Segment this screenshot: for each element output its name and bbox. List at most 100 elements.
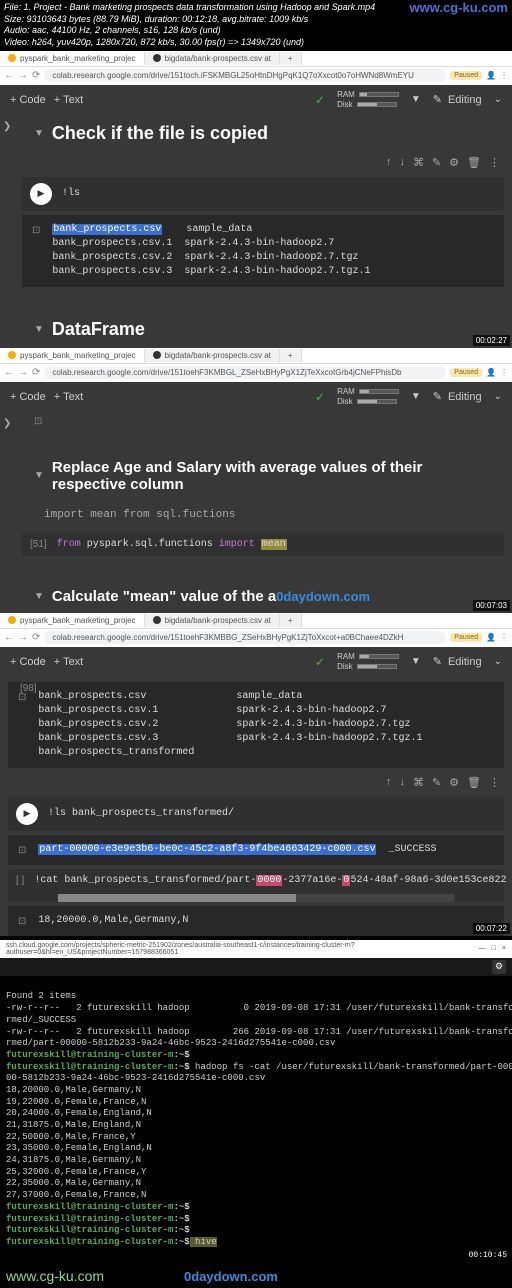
comment-icon[interactable]: ✎ [432, 156, 441, 169]
pencil-icon [433, 93, 442, 106]
code-content[interactable]: from pyspark.sql.functions import mean [57, 539, 287, 550]
toolbar-caret-icon[interactable]: ⌄ [494, 94, 502, 105]
tab-colab[interactable]: pyspark_bank_marketing_projec [0, 349, 145, 362]
link-icon[interactable]: ⌘ [413, 776, 424, 789]
horizontal-scrollbar[interactable] [58, 894, 454, 902]
new-tab[interactable]: + [280, 614, 302, 627]
delete-icon[interactable]: 🗑 [467, 156, 481, 169]
nav-back-icon[interactable]: ← [4, 367, 14, 378]
nav-reload-icon[interactable]: ⟳ [32, 367, 40, 378]
add-text-button[interactable]: + Text [54, 391, 83, 403]
code-content[interactable]: !ls bank_prospects_transformed/ [48, 808, 234, 819]
nav-reload-icon[interactable]: ⟳ [32, 632, 40, 643]
comment-icon[interactable]: ✎ [432, 776, 441, 789]
code-cell-ls[interactable]: !ls [22, 177, 504, 211]
resource-meter[interactable]: RAM Disk [337, 387, 399, 406]
nav-fwd-icon[interactable]: → [18, 367, 28, 378]
run-button[interactable] [30, 183, 52, 205]
url-input[interactable]: colab.research.google.com/drive/151toehF… [44, 631, 446, 644]
more-icon[interactable]: ⋮ [489, 776, 500, 789]
editing-mode[interactable]: Editing [433, 390, 482, 403]
expand-sidebar-button[interactable]: ❯ [0, 115, 14, 138]
add-code-button[interactable]: + Code [10, 94, 46, 106]
colab-toolbar: + Code + Text ✓ RAM Disk ▼ Editing ⌄ [0, 382, 512, 412]
move-up-icon[interactable]: ↑ [386, 776, 392, 789]
tab-github[interactable]: bigdata/bank-prospects.csv at [145, 614, 280, 627]
output-clear-icon[interactable]: ⊡ [18, 692, 26, 760]
expand-sidebar-button[interactable]: ❯ [0, 412, 14, 435]
cloud-settings-icon[interactable]: ⚙ [492, 960, 506, 974]
code-cell-import[interactable]: [51] from pyspark.sql.functions import m… [22, 533, 504, 556]
profile-icon[interactable]: 👤 [486, 71, 496, 80]
move-down-icon[interactable]: ↓ [399, 776, 405, 789]
url-input[interactable]: colab.research.google.com/drive/151toch.… [44, 69, 446, 82]
profile-icon[interactable]: 👤 [486, 368, 496, 377]
code-cell-cat[interactable]: [ ] !cat bank_prospects_transformed/part… [8, 869, 504, 902]
cloud-minimize-icon[interactable]: — [479, 945, 486, 952]
nav-fwd-icon[interactable]: → [18, 632, 28, 643]
nav-fwd-icon[interactable]: → [18, 70, 28, 81]
audio-line: Audio: aac, 44100 Hz, 2 channels, s16, 1… [4, 25, 508, 37]
code-cell-ls-transformed[interactable]: !ls bank_prospects_transformed/ [8, 797, 504, 831]
cloud-maximize-icon[interactable]: □ [492, 945, 496, 952]
output-clear-icon[interactable]: ⊡ [32, 225, 40, 279]
timestamp: 00:02:27 [473, 335, 510, 346]
timestamp: 00:10:45 [466, 1250, 510, 1262]
delete-icon[interactable]: 🗑 [467, 776, 481, 789]
menu-icon[interactable]: ⋮ [500, 368, 508, 377]
heading-cell-replace[interactable]: ▼ Replace Age and Salary with average va… [14, 451, 512, 501]
url-input[interactable]: colab.research.google.com/drive/151toehF… [44, 366, 446, 379]
link-icon[interactable]: ⌘ [413, 156, 424, 169]
cloud-close-icon[interactable]: × [502, 945, 506, 952]
settings-icon[interactable]: ⚙ [449, 156, 459, 169]
toolbar-caret-icon[interactable]: ⌄ [494, 656, 502, 667]
tab-github[interactable]: bigdata/bank-prospects.csv at [145, 52, 280, 65]
collapse-arrow-icon[interactable]: ▼ [34, 470, 44, 481]
nav-reload-icon[interactable]: ⟳ [32, 70, 40, 81]
nav-back-icon[interactable]: ← [4, 632, 14, 643]
tab-github[interactable]: bigdata/bank-prospects.csv at [145, 349, 280, 362]
more-icon[interactable]: ⋮ [489, 156, 500, 169]
collapse-arrow-icon[interactable]: ▼ [34, 128, 44, 139]
pencil-icon [433, 390, 442, 403]
editing-mode[interactable]: Editing [433, 93, 482, 106]
new-tab[interactable]: + [280, 349, 302, 362]
editing-mode[interactable]: Editing [433, 655, 482, 668]
output-icon[interactable]: ⊡ [34, 416, 42, 427]
connected-check-icon: ✓ [315, 390, 325, 404]
collapse-arrow-icon[interactable]: ▼ [34, 591, 44, 602]
resource-meter[interactable]: RAM Disk [337, 652, 399, 671]
heading-cell-calculate[interactable]: ▼ Calculate "mean" value of the a0daydow… [14, 580, 512, 613]
terminal[interactable]: Found 2 items -rw-r--r-- 2 futurexskill … [0, 976, 512, 1265]
menu-icon[interactable]: ⋮ [500, 633, 508, 642]
profile-icon[interactable]: 👤 [486, 633, 496, 642]
move-down-icon[interactable]: ↓ [399, 156, 405, 169]
tab-colab[interactable]: pyspark_bank_marketing_projec [0, 52, 145, 65]
add-code-button[interactable]: + Code [10, 656, 46, 668]
github-icon [153, 54, 161, 62]
heading-cell-1[interactable]: ▼ Check if the file is copied [14, 115, 512, 152]
resource-meter[interactable]: RAM Disk [337, 90, 399, 109]
settings-icon[interactable]: ⚙ [449, 776, 459, 789]
output-clear-icon[interactable]: ⊡ [18, 845, 26, 857]
new-tab[interactable]: + [280, 52, 302, 65]
add-text-button[interactable]: + Text [54, 94, 83, 106]
heading-cell-dataframe[interactable]: ▼ DataFrame [14, 311, 512, 348]
dropdown-icon[interactable]: ▼ [411, 94, 421, 105]
code-content[interactable]: !ls [62, 188, 80, 199]
add-text-button[interactable]: + Text [54, 656, 83, 668]
nav-back-icon[interactable]: ← [4, 70, 14, 81]
menu-icon[interactable]: ⋮ [500, 71, 508, 80]
toolbar-caret-icon[interactable]: ⌄ [494, 391, 502, 402]
code-content[interactable]: !cat bank_prospects_transformed/part-000… [34, 875, 506, 886]
add-code-button[interactable]: + Code [10, 391, 46, 403]
dropdown-icon[interactable]: ▼ [411, 656, 421, 667]
tab-colab[interactable]: pyspark_bank_marketing_projec [0, 614, 145, 627]
output-clear-icon[interactable]: ⊡ [18, 916, 26, 928]
colab-section-2: pyspark_bank_marketing_projec bigdata/ba… [0, 348, 512, 613]
dropdown-icon[interactable]: ▼ [411, 391, 421, 402]
move-up-icon[interactable]: ↑ [386, 156, 392, 169]
cell-toolbar: ↑ ↓ ⌘ ✎ ⚙ 🗑 ⋮ [14, 152, 512, 173]
collapse-arrow-icon[interactable]: ▼ [34, 324, 44, 335]
run-button[interactable] [16, 803, 38, 825]
